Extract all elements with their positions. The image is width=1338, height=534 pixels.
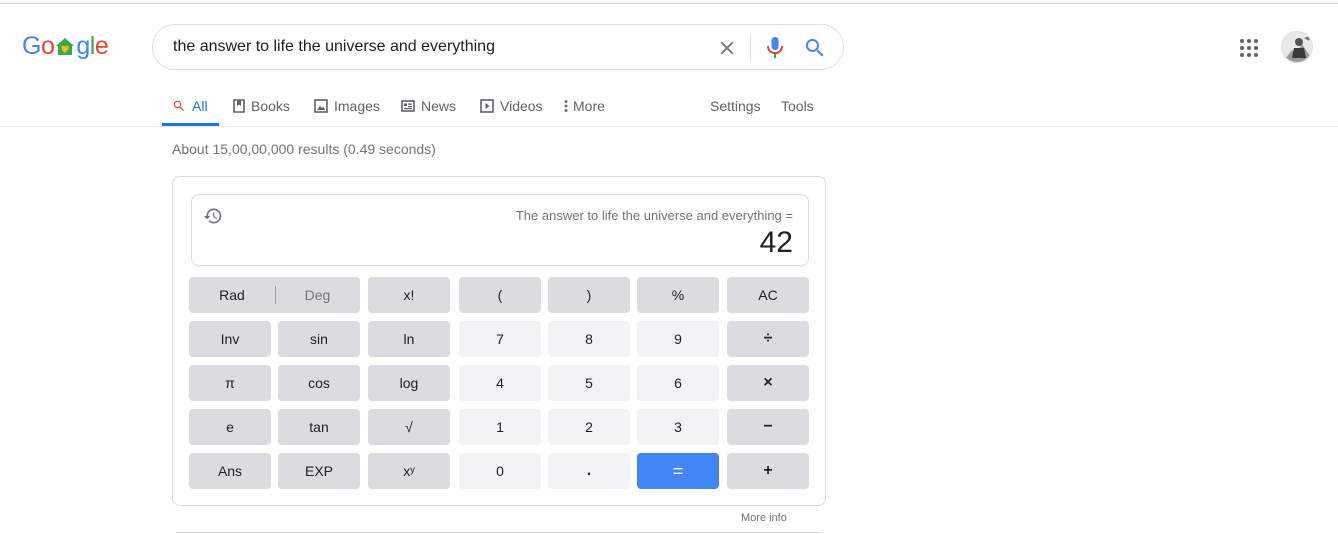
close-paren-key[interactable]: ) (548, 277, 630, 313)
digit-3-key[interactable]: 3 (637, 409, 719, 445)
tools-link[interactable]: Tools (781, 86, 814, 126)
equals-key[interactable]: = (637, 453, 719, 489)
divide-key[interactable]: ÷ (727, 321, 809, 357)
search-input[interactable] (173, 35, 703, 59)
digit-0-key[interactable]: 0 (459, 453, 541, 489)
search-submit-button[interactable] (803, 36, 827, 60)
digit-4-key[interactable]: 4 (459, 365, 541, 401)
tab-all[interactable]: All (172, 86, 208, 126)
factorial-key[interactable]: x! (368, 277, 450, 313)
deg-button[interactable]: Deg (275, 277, 360, 313)
rad-button[interactable]: Rad (189, 277, 275, 313)
more-info-link[interactable]: More info (741, 512, 787, 524)
tab-label: Images (334, 98, 380, 114)
settings-label: Settings (710, 98, 761, 114)
exp-key[interactable]: EXP (278, 453, 360, 489)
tab-books[interactable]: Books (233, 86, 290, 126)
log-key[interactable]: log (368, 365, 450, 401)
digit-7-key[interactable]: 7 (459, 321, 541, 357)
power-key[interactable]: xʸ (368, 453, 450, 489)
more-vert-icon (564, 100, 568, 112)
angle-mode-toggle: Rad Deg (189, 277, 360, 313)
card-bottom-divider (176, 532, 822, 533)
tab-news[interactable]: News (401, 86, 456, 126)
sin-key[interactable]: sin (278, 321, 360, 357)
decimal-key[interactable]: . (548, 453, 630, 489)
google-apps-button[interactable] (1238, 37, 1260, 59)
logo-letter: e (94, 32, 109, 60)
search-tabs: All Books Images News Videos More Settin… (162, 86, 822, 126)
news-icon (401, 100, 415, 112)
image-icon (314, 99, 328, 113)
pi-key[interactable]: π (189, 365, 271, 401)
doodle-house-icon (55, 34, 75, 55)
mic-icon (767, 37, 783, 58)
percent-key[interactable]: % (637, 277, 719, 313)
calculator-card: The answer to life the universe and ever… (172, 176, 826, 506)
settings-link[interactable]: Settings (710, 86, 761, 126)
apps-grid-icon (1240, 39, 1258, 57)
calculator-display: The answer to life the universe and ever… (191, 194, 809, 266)
history-icon (203, 208, 222, 224)
digit-5-key[interactable]: 5 (548, 365, 630, 401)
answer-key[interactable]: Ans (189, 453, 271, 489)
cos-key[interactable]: cos (278, 365, 360, 401)
tab-label: News (421, 98, 457, 114)
result-stats: About 15,00,00,000 results (0.49 seconds… (172, 141, 436, 157)
top-divider (0, 3, 1338, 4)
tools-label: Tools (781, 98, 814, 114)
tab-label: Books (251, 98, 290, 114)
digit-2-key[interactable]: 2 (548, 409, 630, 445)
sqrt-key[interactable]: √ (368, 409, 450, 445)
tab-label: Videos (500, 98, 543, 114)
tan-key[interactable]: tan (278, 409, 360, 445)
search-icon (806, 39, 824, 57)
tab-label: More (573, 98, 605, 114)
avatar-photo-icon (1282, 32, 1312, 62)
open-paren-key[interactable]: ( (459, 277, 541, 313)
tab-label: All (192, 98, 208, 114)
calculator-result: 42 (759, 226, 793, 259)
inverse-key[interactable]: Inv (189, 321, 271, 357)
calculator-expression: The answer to life the universe and ever… (515, 208, 793, 223)
search-divider (750, 35, 751, 61)
logo-letter: G (22, 32, 41, 60)
avatar[interactable] (1281, 31, 1313, 63)
logo-letter: g (76, 32, 90, 60)
multiply-key[interactable]: × (727, 365, 809, 401)
clear-search-button[interactable] (716, 37, 738, 59)
video-icon (480, 99, 494, 113)
voice-search-button[interactable] (763, 35, 787, 61)
search-box (152, 24, 844, 70)
ln-key[interactable]: ln (368, 321, 450, 357)
book-icon (233, 99, 245, 113)
logo-letter: o (40, 32, 55, 60)
tab-images[interactable]: Images (314, 86, 380, 126)
e-key[interactable]: e (189, 409, 271, 445)
digit-6-key[interactable]: 6 (637, 365, 719, 401)
digit-8-key[interactable]: 8 (548, 321, 630, 357)
all-clear-key[interactable]: AC (727, 277, 809, 313)
digit-9-key[interactable]: 9 (637, 321, 719, 357)
history-button[interactable] (203, 206, 223, 226)
tab-videos[interactable]: Videos (480, 86, 543, 126)
add-key[interactable]: + (727, 453, 809, 489)
tabs-divider (0, 126, 1338, 127)
subtract-key[interactable]: − (727, 409, 809, 445)
tab-more[interactable]: More (563, 86, 605, 126)
search-icon (173, 100, 184, 111)
google-logo[interactable]: G o g l e (22, 32, 109, 62)
digit-1-key[interactable]: 1 (459, 409, 541, 445)
close-icon (720, 41, 734, 55)
